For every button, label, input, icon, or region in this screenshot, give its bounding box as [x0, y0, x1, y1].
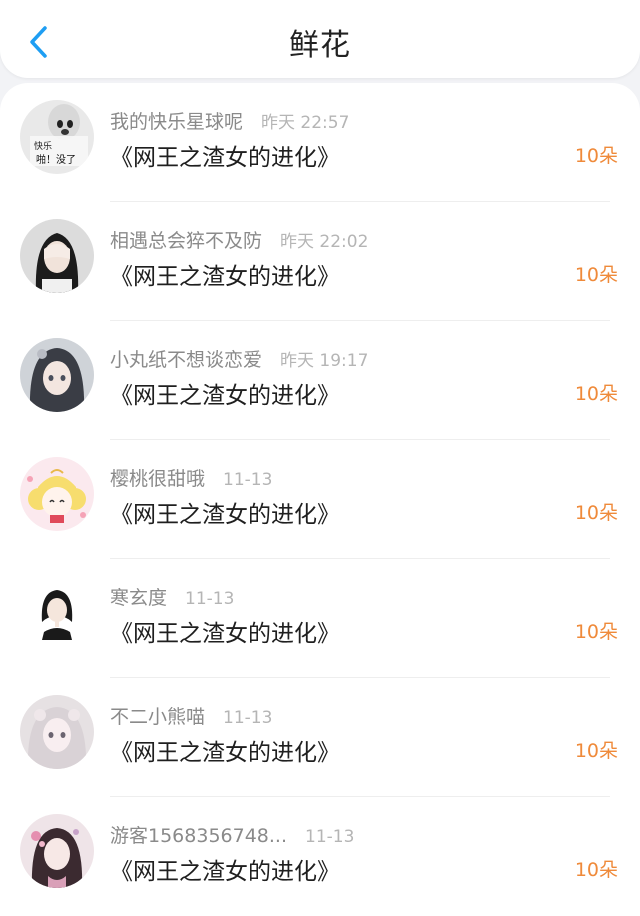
avatar: 快乐 啪！没了 — [20, 100, 94, 174]
timestamp: 11-13 — [185, 589, 235, 609]
page-title: 鲜花 — [289, 28, 351, 63]
book-title: 《网王之渣女的进化》 — [110, 621, 340, 647]
avatar-caption: 啪！没了 — [36, 153, 76, 166]
list-item[interactable]: 相遇总会猝不及防 昨天 22:02 《网王之渣女的进化》 10朵 — [0, 202, 640, 321]
book-title: 《网王之渣女的进化》 — [110, 264, 340, 290]
meta-line: 相遇总会猝不及防 昨天 22:02 — [110, 226, 368, 254]
flower-amount: 10朵 — [574, 264, 618, 286]
meta-line: 小丸纸不想谈恋爱 昨天 19:17 — [110, 345, 368, 373]
list-item[interactable]: 寒玄度 11-13 《网王之渣女的进化》 10朵 — [0, 559, 640, 678]
timestamp: 昨天 22:02 — [280, 232, 369, 252]
book-title: 《网王之渣女的进化》 — [110, 502, 340, 528]
timestamp: 昨天 19:17 — [280, 351, 369, 371]
user-name: 小丸纸不想谈恋爱 — [110, 349, 263, 371]
user-name: 寒玄度 — [110, 587, 168, 609]
avatar — [20, 695, 94, 769]
meta-line: 不二小熊喵 11-13 — [110, 702, 272, 730]
meta-line: 樱桃很甜哦 11-13 — [110, 464, 272, 492]
flower-amount: 10朵 — [574, 502, 618, 524]
book-title: 《网王之渣女的进化》 — [110, 740, 340, 766]
list-item[interactable]: 不二小熊喵 11-13 《网王之渣女的进化》 10朵 — [0, 678, 640, 797]
book-title: 《网王之渣女的进化》 — [110, 859, 340, 885]
user-name: 我的快乐星球呢 — [110, 111, 244, 133]
user-name: 相遇总会猝不及防 — [110, 230, 263, 252]
avatar — [20, 814, 94, 888]
flower-amount: 10朵 — [574, 859, 618, 881]
flower-amount: 10朵 — [574, 621, 618, 643]
list-item[interactable]: 游客1568356748... 11-13 《网王之渣女的进化》 10朵 — [0, 797, 640, 916]
list-item[interactable]: 小丸纸不想谈恋爱 昨天 19:17 《网王之渣女的进化》 10朵 — [0, 321, 640, 440]
top-bar: 鲜花 — [0, 0, 640, 78]
timestamp: 11-13 — [305, 827, 355, 847]
avatar — [20, 457, 94, 531]
flower-record-list: 快乐 啪！没了 我的快乐星球呢 昨天 22:57 《网王之渣女的进化》 10朵 … — [0, 83, 640, 916]
user-name: 不二小熊喵 — [110, 706, 206, 728]
list-item[interactable]: 樱桃很甜哦 11-13 《网王之渣女的进化》 10朵 — [0, 440, 640, 559]
flower-amount: 10朵 — [574, 145, 618, 167]
avatar — [20, 219, 94, 293]
flower-amount: 10朵 — [574, 383, 618, 405]
avatar — [20, 576, 94, 650]
meta-line: 我的快乐星球呢 昨天 22:57 — [110, 107, 349, 135]
timestamp: 11-13 — [223, 470, 273, 490]
avatar-caption: 快乐 — [34, 140, 52, 152]
book-title: 《网王之渣女的进化》 — [110, 145, 340, 171]
list-item[interactable]: 快乐 啪！没了 我的快乐星球呢 昨天 22:57 《网王之渣女的进化》 10朵 — [0, 83, 640, 202]
timestamp: 昨天 22:57 — [261, 113, 350, 133]
user-name: 樱桃很甜哦 — [110, 468, 206, 490]
flower-amount: 10朵 — [574, 740, 618, 762]
meta-line: 寒玄度 11-13 — [110, 583, 234, 611]
avatar — [20, 338, 94, 412]
timestamp: 11-13 — [223, 708, 273, 728]
book-title: 《网王之渣女的进化》 — [110, 383, 340, 409]
meta-line: 游客1568356748... 11-13 — [110, 821, 354, 849]
user-name: 游客1568356748... — [110, 825, 288, 847]
